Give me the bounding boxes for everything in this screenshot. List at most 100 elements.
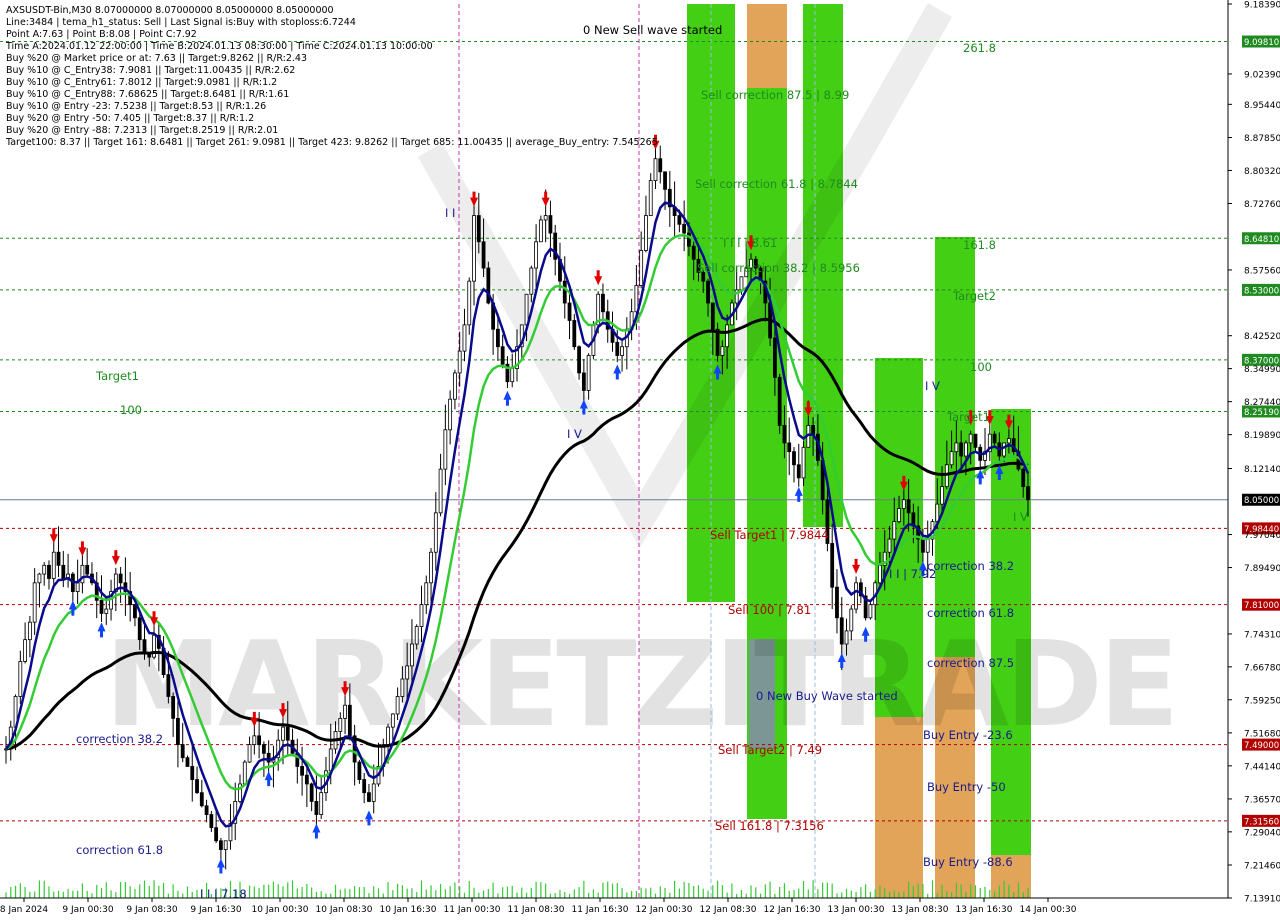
candle-body <box>414 626 419 645</box>
x-tick-label: 9 Jan 16:30 <box>190 905 242 915</box>
candle-body <box>61 564 66 579</box>
annotation-label: 0 New Buy Wave started <box>756 689 898 703</box>
y-tick-label: 7.13910 <box>1244 895 1280 905</box>
candle-body <box>949 451 954 466</box>
candle-body <box>180 744 185 759</box>
y-tick-label: 7.29040 <box>1244 828 1280 838</box>
x-tick-label: 13 Jan 08:30 <box>892 905 949 915</box>
candle-body <box>343 704 347 719</box>
candle-body <box>677 215 682 225</box>
candle-body <box>572 320 577 348</box>
candle-body <box>18 661 23 697</box>
candle-body <box>476 215 481 243</box>
info-line: Point A:7.63 | Point B:8.08 | Point C:7.… <box>6 29 197 40</box>
candle-body <box>42 564 47 575</box>
candle-body <box>137 617 142 641</box>
candle-body <box>309 783 314 802</box>
candle-body <box>992 433 997 444</box>
candle-body <box>362 779 367 794</box>
candle-body <box>214 827 219 842</box>
candle-body <box>51 551 56 579</box>
level-label: 7.81000 <box>1244 601 1279 611</box>
y-tick-label: 8.87850 <box>1244 134 1280 144</box>
candle-body <box>390 713 395 728</box>
candle-body <box>811 425 815 435</box>
x-tick-label: 14 Jan 00:30 <box>1020 905 1077 915</box>
annotation-label: correction 38.2 <box>76 732 163 746</box>
candle-body <box>1026 486 1030 501</box>
candle-body <box>639 250 644 286</box>
candle-body <box>892 521 897 540</box>
candle-body <box>56 551 61 566</box>
candle-body <box>185 757 190 767</box>
candle-body <box>252 735 257 745</box>
candle-body <box>739 276 744 291</box>
y-tick-label: 8.95440 <box>1244 101 1280 111</box>
annotation-label: 100 <box>120 403 142 417</box>
candle-body <box>921 538 925 553</box>
candle-body <box>457 350 462 374</box>
current-price-label: 8.05000 <box>1244 496 1279 506</box>
candle-body <box>787 442 792 453</box>
candle-body <box>219 840 223 850</box>
x-tick-label: 12 Jan 16:30 <box>764 905 821 915</box>
candle-body <box>577 346 581 374</box>
annotation-label: Target1 <box>946 410 990 424</box>
annotation-label: Sell correction 61.8 | 8.7844 <box>695 177 858 191</box>
candle-body <box>27 621 32 641</box>
level-label: 8.53000 <box>1244 286 1279 296</box>
annotation-label: Sell Target2 | 7.49 <box>718 743 822 757</box>
level-label: 9.09810 <box>1244 38 1279 48</box>
candle-body <box>467 280 472 326</box>
candle-body <box>772 337 777 378</box>
candle-body <box>887 538 892 553</box>
y-tick-label: 8.27440 <box>1244 398 1280 408</box>
candle-body <box>429 551 433 584</box>
y-tick-label: 7.89490 <box>1244 564 1280 574</box>
candle-body <box>314 801 319 815</box>
candle-body <box>691 245 696 260</box>
candle-body <box>495 328 500 348</box>
x-tick-label: 10 Jan 00:30 <box>252 905 309 915</box>
annotation-label: I I I | 8.61 <box>723 236 777 250</box>
candle-body <box>453 372 457 400</box>
price-chart: MARKETZITRADE 9.098108.648108.530008.370… <box>0 0 1280 920</box>
annotation-label: I I <box>445 206 455 220</box>
candle-body <box>448 398 453 431</box>
candle-body <box>901 499 906 509</box>
candle-body <box>285 726 290 741</box>
candle-body <box>529 267 534 295</box>
candle-body <box>720 346 725 356</box>
candle-body <box>281 726 285 741</box>
annotation-label: Sell 161.8 | 7.3156 <box>715 819 824 833</box>
level-label: 8.25190 <box>1244 408 1279 418</box>
candle-body <box>844 630 849 645</box>
candle-body <box>400 678 405 697</box>
candle-body <box>644 215 648 251</box>
annotation-label: I V <box>567 427 582 441</box>
info-line: Target100: 8.37 || Target 161: 8.6481 ||… <box>5 137 658 148</box>
annotation-label: Target1 <box>95 369 139 383</box>
candle-body <box>242 761 247 785</box>
x-tick-label: 9 Jan 08:30 <box>126 905 178 915</box>
candle-body <box>543 215 548 221</box>
x-tick-label: 11 Jan 08:30 <box>508 905 565 915</box>
annotation-label: 0 New Sell wave started <box>583 23 722 37</box>
candle-body <box>648 180 653 216</box>
x-tick-label: 13 Jan 00:30 <box>828 905 885 915</box>
y-tick-label: 8.12140 <box>1244 465 1280 475</box>
candle-body <box>849 608 854 632</box>
candle-body <box>395 696 400 715</box>
candle-body <box>796 464 801 479</box>
y-tick-label: 7.44140 <box>1244 762 1280 772</box>
candle-body <box>534 241 539 269</box>
annotation-label: correction 38.2 <box>927 559 1014 573</box>
candle-body <box>510 368 515 383</box>
candle-body <box>562 280 567 304</box>
y-tick-label: 7.21460 <box>1244 861 1280 871</box>
annotation-label: I V <box>1013 510 1028 524</box>
candle-body <box>1002 442 1007 457</box>
candle-body <box>176 717 180 745</box>
candle-body <box>438 468 443 514</box>
x-tick-label: 11 Jan 16:30 <box>572 905 629 915</box>
